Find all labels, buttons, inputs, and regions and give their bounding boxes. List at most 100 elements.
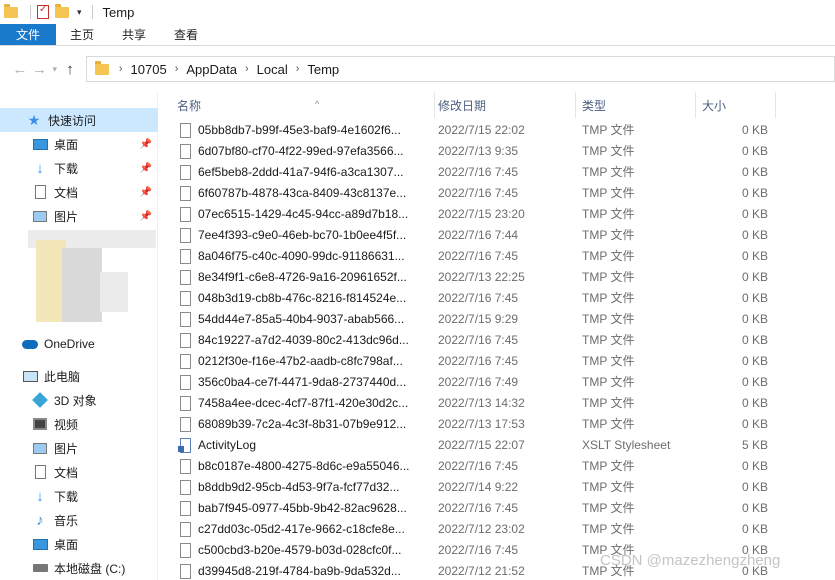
file-name: 6ef5beb8-2ddd-41a7-94f6-a3ca1307... (198, 165, 404, 179)
column-header-type[interactable]: 类型 (582, 92, 696, 118)
file-row[interactable]: ActivityLog 2022/7/15 22:07 XSLT Styleshee… (158, 435, 835, 456)
file-type: TMP 文件 (582, 354, 635, 368)
file-row[interactable]: 8a046f75-c40c-4090-99dc-91186631... 2022/… (158, 246, 835, 267)
sidebar-item-label: 此电脑 (44, 369, 81, 384)
file-icon (180, 501, 191, 516)
breadcrumb-user[interactable]: 10705 (131, 62, 167, 77)
breadcrumb-separator-icon[interactable]: › (119, 63, 123, 75)
picture-icon (32, 440, 48, 456)
sidebar-item-this-pc[interactable]: 此电脑 (0, 364, 158, 388)
file-row[interactable]: 84c19227-a7d2-4039-80c2-413dc96d... 2022/… (158, 330, 835, 351)
forward-arrow-icon[interactable]: → (30, 58, 50, 80)
file-type: TMP 文件 (582, 417, 635, 431)
file-name: 6d07bf80-cf70-4f22-99ed-97efa3566... (198, 144, 404, 158)
sidebar-item-3d-objects[interactable]: 3D 对象 (0, 388, 158, 412)
pin-icon[interactable]: 📌 (140, 187, 152, 198)
file-icon (180, 333, 191, 348)
file-row[interactable]: b8ddb9d2-95cb-4d53-9f7a-fcf77d32... 2022/… (158, 477, 835, 498)
tab-file[interactable]: 文件 (0, 24, 56, 45)
file-date: 2022/7/15 23:20 (438, 207, 525, 221)
sidebar-item-pc-pictures[interactable]: 图片 (0, 436, 158, 460)
file-row[interactable]: 6ef5beb8-2ddd-41a7-94f6-a3ca1307... 2022/… (158, 162, 835, 183)
file-type: XSLT Stylesheet (582, 438, 671, 452)
file-size: 0 KB (741, 459, 768, 473)
download-icon: ↓ (36, 487, 44, 505)
file-row[interactable]: 07ec6515-1429-4c45-94cc-a89d7b18... 2022/… (158, 204, 835, 225)
sidebar-item-pictures[interactable]: 图片 📌 (0, 204, 158, 228)
file-date: 2022/7/12 21:52 (438, 564, 525, 578)
file-date: 2022/7/16 7:45 (438, 354, 519, 368)
file-name: bab7f945-0977-45bb-9b42-82ac9628... (198, 501, 407, 515)
desktop-icon (32, 136, 48, 152)
file-icon (180, 459, 191, 474)
column-header-date[interactable]: 修改日期 (438, 92, 576, 118)
tab-share[interactable]: 共享 (108, 24, 160, 45)
breadcrumb-separator-icon[interactable]: › (245, 63, 249, 75)
sidebar-item-pc-downloads[interactable]: ↓ 下载 (0, 484, 158, 508)
redacted-area (100, 272, 128, 312)
file-row[interactable]: 7458a4ee-dcec-4cf7-87f1-420e30d2c... 2022… (158, 393, 835, 414)
column-header-name[interactable]: 名称 ^ (177, 92, 435, 118)
file-name: 0212f30e-f16e-47b2-aadb-c8fc798af... (198, 354, 403, 368)
file-row[interactable]: 0212f30e-f16e-47b2-aadb-c8fc798af... 2022… (158, 351, 835, 372)
file-name: ActivityLog (198, 438, 257, 452)
sidebar-item-desktop[interactable]: 桌面 📌 (0, 132, 158, 156)
file-name: 356c0ba4-ce7f-4471-9da8-2737440d... (198, 375, 407, 389)
file-size: 0 KB (741, 375, 768, 389)
column-header-label: 修改日期 (438, 99, 487, 113)
file-icon (180, 186, 191, 201)
breadcrumb-separator-icon[interactable]: › (296, 63, 300, 75)
breadcrumb-separator-icon[interactable]: › (175, 63, 179, 75)
file-row[interactable]: 048b3d19-cb8b-476c-8216-f814524e... 2022/… (158, 288, 835, 309)
cloud-icon (22, 336, 38, 352)
sidebar-item-music[interactable]: ♪ 音乐 (0, 508, 158, 532)
file-size: 0 KB (741, 333, 768, 347)
sidebar-item-local-disk[interactable]: 本地磁盘 (C:) (0, 556, 158, 580)
tab-view[interactable]: 查看 (160, 24, 212, 45)
file-date: 2022/7/15 22:02 (438, 123, 525, 137)
file-row[interactable]: 6d07bf80-cf70-4f22-99ed-97efa3566... 2022… (158, 141, 835, 162)
breadcrumb-local[interactable]: Local (257, 62, 288, 77)
file-size: 0 KB (741, 123, 768, 137)
sidebar-item-onedrive[interactable]: OneDrive (0, 332, 158, 356)
file-type: TMP 文件 (582, 291, 635, 305)
new-folder-icon[interactable] (55, 3, 69, 18)
file-row[interactable]: bab7f945-0977-45bb-9b42-82ac9628... 2022/… (158, 498, 835, 519)
sidebar-item-pc-desktop[interactable]: 桌面 (0, 532, 158, 556)
properties-icon[interactable] (37, 4, 49, 19)
file-row[interactable]: 7ee4f393-c9e0-46eb-bc70-1b0ee4f5f... 2022… (158, 225, 835, 246)
sidebar-item-quick-access[interactable]: ★ 快速访问 (0, 108, 158, 132)
document-icon (32, 464, 48, 480)
breadcrumb-appdata[interactable]: AppData (186, 62, 237, 77)
file-row[interactable]: c27dd03c-05d2-417e-9662-c18cfe8e... 2022/… (158, 519, 835, 540)
file-date: 2022/7/15 22:07 (438, 438, 525, 452)
column-header-size[interactable]: 大小 (702, 92, 776, 118)
file-row[interactable]: 8e34f9f1-c6e8-4726-9a16-20961652f... 2022… (158, 267, 835, 288)
tab-home[interactable]: 主页 (56, 24, 108, 45)
sidebar-item-pc-documents[interactable]: 文档 (0, 460, 158, 484)
sidebar-item-label: 图片 (54, 441, 79, 456)
pin-icon[interactable]: 📌 (140, 163, 152, 174)
customize-toolbar-chevron-icon[interactable]: ▾ (77, 7, 82, 18)
pin-icon[interactable]: 📌 (140, 139, 152, 150)
file-type: TMP 文件 (582, 375, 635, 389)
back-arrow-icon[interactable]: ← (10, 58, 30, 80)
file-row[interactable]: 356c0ba4-ce7f-4471-9da8-2737440d... 2022/… (158, 372, 835, 393)
file-row[interactable]: b8c0187e-4800-4275-8d6c-e9a55046... 2022/… (158, 456, 835, 477)
sidebar-item-videos[interactable]: 视频 (0, 412, 158, 436)
address-bar[interactable]: › 10705 › AppData › Local › Temp (85, 56, 835, 82)
desktop-icon (32, 536, 48, 552)
sidebar-item-downloads[interactable]: ↓ 下载 📌 (0, 156, 158, 180)
file-row[interactable]: 68089b39-7c2a-4c3f-8b31-07b9e912... 2022/… (158, 414, 835, 435)
file-row[interactable]: 54dd44e7-85a5-40b4-9037-abab566... 2022/7… (158, 309, 835, 330)
pin-icon[interactable]: 📌 (140, 211, 152, 222)
file-type: TMP 文件 (582, 480, 635, 494)
breadcrumb-temp[interactable]: Temp (307, 62, 339, 77)
file-row[interactable]: 6f60787b-4878-43ca-8409-43c8137e... 2022/… (158, 183, 835, 204)
file-size: 0 KB (741, 312, 768, 326)
file-row[interactable]: 05bb8db7-b99f-45e3-baf9-4e1602f6... 2022/… (158, 120, 835, 141)
up-arrow-icon[interactable]: ↑ (60, 58, 80, 80)
file-size: 0 KB (741, 249, 768, 263)
sidebar-item-documents[interactable]: 文档 📌 (0, 180, 158, 204)
recent-locations-chevron-icon[interactable]: ▾ (49, 58, 60, 80)
